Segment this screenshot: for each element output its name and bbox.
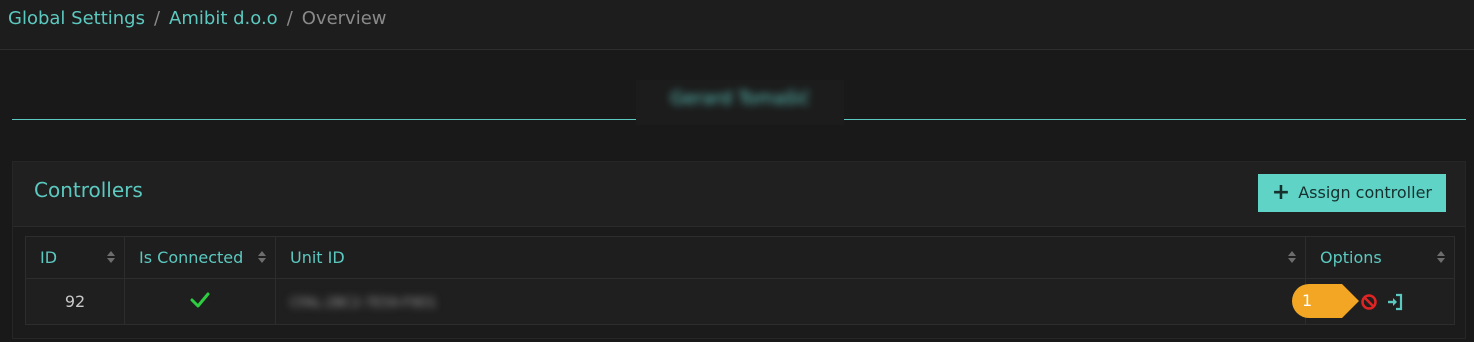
sort-icon <box>1287 250 1297 264</box>
table-header-row: ID Is Connected Unit ID Options <box>25 236 1455 279</box>
card-header: Controllers + Assign controller <box>13 162 1465 227</box>
sort-icon <box>1436 250 1446 264</box>
column-header-id[interactable]: ID <box>25 236 125 279</box>
column-header-is-connected[interactable]: Is Connected <box>124 236 276 279</box>
top-bar: Global Settings / Amibit d.o.o / Overview <box>0 0 1474 50</box>
breadcrumb: Global Settings / Amibit d.o.o / Overview <box>8 8 387 30</box>
column-header-label: ID <box>40 248 58 267</box>
cell-unit-id: CFAL-2BC2-7E59-F9D1 <box>275 278 1306 325</box>
card-title: Controllers <box>34 178 143 202</box>
unit-id-value: CFAL-2BC2-7E59-F9D1 <box>290 296 437 311</box>
column-header-label: Is Connected <box>139 248 244 267</box>
plus-icon: + <box>1271 180 1291 205</box>
step-badge: 1 <box>1292 284 1359 318</box>
column-header-label: Unit ID <box>290 248 345 267</box>
cell-id: 92 <box>25 278 125 325</box>
cell-is-connected <box>124 278 276 325</box>
column-header-options[interactable]: Options <box>1305 236 1455 279</box>
breadcrumb-company[interactable]: Amibit d.o.o <box>169 8 278 29</box>
assign-controller-label: Assign controller <box>1298 183 1432 202</box>
table-row: 92 CFAL-2BC2-7E59-F9D1 1 <box>25 278 1455 325</box>
tab-user-label: Gerard Tomašić <box>670 88 810 109</box>
assign-controller-button[interactable]: + Assign controller <box>1257 174 1446 212</box>
tab-user[interactable]: Gerard Tomašić <box>636 80 844 125</box>
controllers-table: ID Is Connected Unit ID Options 92 CFAL-… <box>25 236 1455 325</box>
sign-in-icon[interactable] <box>1386 293 1404 315</box>
check-icon <box>190 292 210 312</box>
controllers-card: Controllers + Assign controller ID Is Co… <box>12 161 1466 339</box>
cell-options: 1 <box>1292 278 1455 325</box>
option-icons <box>1360 293 1404 315</box>
breadcrumb-separator: / <box>153 8 161 29</box>
breadcrumb-current: Overview <box>301 8 387 29</box>
tab-bar: Gerard Tomašić <box>12 80 1466 125</box>
sort-icon <box>257 250 267 264</box>
breadcrumb-global-settings[interactable]: Global Settings <box>8 8 145 29</box>
ban-icon[interactable] <box>1360 293 1378 315</box>
column-header-unit-id[interactable]: Unit ID <box>275 236 1306 279</box>
breadcrumb-separator: / <box>286 8 293 29</box>
column-header-label: Options <box>1320 248 1382 267</box>
sort-icon <box>106 250 116 264</box>
